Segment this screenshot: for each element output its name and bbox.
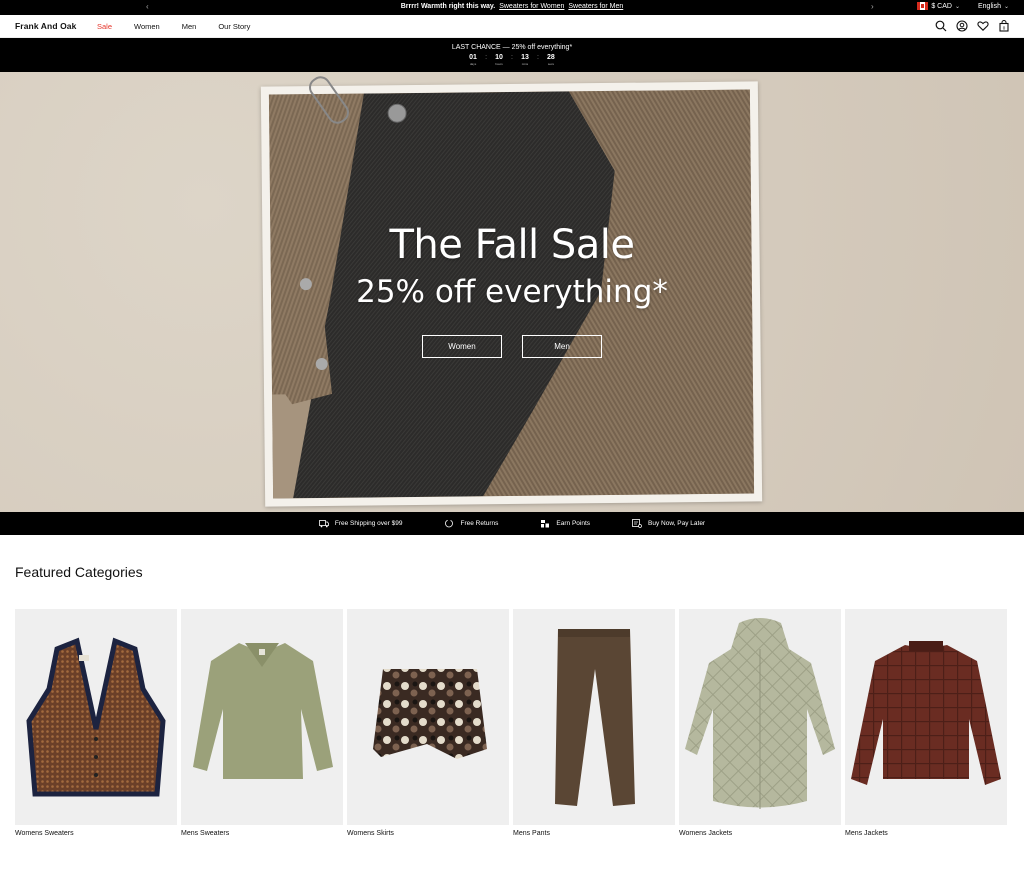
countdown-mins: 13 mins	[521, 54, 529, 66]
category-label[interactable]: Mens Pants	[513, 830, 675, 837]
quilted-jacket-image	[685, 618, 835, 809]
category-image[interactable]	[347, 609, 509, 825]
category-label[interactable]: Mens Jackets	[845, 830, 1007, 837]
category-image[interactable]	[181, 609, 343, 825]
perk-earn-points: Earn Points	[540, 519, 590, 528]
perk-label: Buy Now, Pay Later	[648, 520, 706, 527]
hero-banner: The Fall Sale 25% off everything* Women …	[0, 72, 1024, 512]
chevron-down-icon: ⌄	[954, 3, 960, 10]
featured-categories-title: Featured Categories	[15, 564, 143, 580]
countdown-hours: 10 hours	[495, 54, 503, 66]
truck-icon	[318, 520, 329, 528]
countdown-banner: LAST CHANCE — 25% off everything* 01 days…	[0, 38, 1024, 72]
category-label[interactable]: Womens Sweaters	[15, 830, 177, 837]
perk-free-shipping: Free Shipping over $99	[318, 519, 403, 528]
perk-label: Earn Points	[556, 520, 591, 527]
perk-label: Free Shipping over $99	[334, 520, 403, 527]
puffer-jacket-image	[851, 641, 1001, 785]
countdown-title: LAST CHANCE — 25% off everything*	[451, 44, 573, 51]
countdown-secs: 28 secs	[547, 54, 555, 66]
sweater-vest-image	[26, 637, 166, 797]
chevron-down-icon: ⌄	[1003, 3, 1009, 10]
category-image[interactable]	[513, 609, 675, 825]
search-icon[interactable]	[935, 20, 947, 32]
category-card-mens-jackets[interactable]: Mens Jackets	[845, 609, 1007, 837]
pants-image	[555, 629, 635, 806]
shop-men-button[interactable]: Men	[522, 335, 602, 358]
perk-free-returns: Free Returns	[444, 519, 498, 528]
returns-icon	[445, 519, 454, 528]
nav-item-sale[interactable]: Sale	[97, 22, 112, 31]
canada-flag-icon	[917, 2, 929, 10]
category-image[interactable]	[845, 609, 1007, 825]
locale-selector: $ CAD ⌄ English ⌄	[917, 2, 1009, 10]
announcement-prefix: Brrrr! Warmth right this way.	[400, 3, 496, 10]
hero-subtitle: 25% off everything*	[356, 274, 668, 310]
announcement-bar: ‹ Brrrr! Warmth right this way. Sweaters…	[0, 0, 1024, 15]
featured-categories-grid: Womens Sweaters Mens Sweaters Womens Ski…	[15, 609, 1007, 837]
sweater-image	[193, 643, 333, 779]
skirt-image	[373, 669, 487, 759]
category-label[interactable]: Mens Sweaters	[181, 830, 343, 837]
account-icon[interactable]	[956, 20, 968, 32]
category-image[interactable]	[15, 609, 177, 825]
category-label[interactable]: Womens Skirts	[347, 830, 509, 837]
nav-item-men[interactable]: Men	[182, 22, 197, 31]
currency-selector[interactable]: $ CAD ⌄	[917, 2, 960, 10]
wishlist-heart-icon[interactable]	[977, 20, 989, 32]
category-label[interactable]: Womens Jackets	[679, 830, 841, 837]
countdown-timer: 01 days : 10 hours : 13 mins : 28 secs	[0, 54, 1024, 66]
category-card-mens-pants[interactable]: Mens Pants	[513, 609, 675, 837]
cart-count: 0	[1003, 25, 1006, 30]
hero-title: The Fall Sale	[389, 222, 635, 268]
site-header: Frank And Oak Sale Women Men Our Story 0	[0, 15, 1024, 38]
category-card-womens-jackets[interactable]: Womens Jackets	[679, 609, 841, 837]
main-nav: Sale Women Men Our Story	[97, 22, 250, 31]
countdown-days: 01 days	[469, 54, 477, 66]
category-card-womens-skirts[interactable]: Womens Skirts	[347, 609, 509, 837]
category-card-womens-sweaters[interactable]: Womens Sweaters	[15, 609, 177, 837]
header-icons: 0	[935, 20, 1010, 32]
perk-label: Free Returns	[460, 520, 499, 527]
sweaters-men-link[interactable]: Sweaters for Men	[568, 3, 623, 10]
perks-bar: Free Shipping over $99 Free Returns Earn…	[0, 512, 1024, 535]
category-image[interactable]	[679, 609, 841, 825]
gift-icon	[541, 520, 550, 528]
sweaters-women-link[interactable]: Sweaters for Women	[499, 3, 564, 10]
category-card-mens-sweaters[interactable]: Mens Sweaters	[181, 609, 343, 837]
language-selector[interactable]: English ⌄	[978, 3, 1009, 10]
language-label: English	[978, 2, 1001, 10]
cart-bag-icon[interactable]: 0	[998, 20, 1010, 32]
site-logo[interactable]: Frank And Oak	[15, 21, 76, 31]
nav-item-our-story[interactable]: Our Story	[218, 22, 250, 31]
currency-label: $ CAD	[931, 2, 952, 10]
hero-buttons: Women Men	[0, 335, 1024, 358]
chevron-right-icon[interactable]: ›	[871, 2, 874, 11]
receipt-icon	[632, 519, 642, 528]
hero-text: The Fall Sale 25% off everything*	[0, 222, 1024, 310]
nav-item-women[interactable]: Women	[134, 22, 160, 31]
perk-buy-now-pay-later: Buy Now, Pay Later	[632, 519, 705, 528]
shop-women-button[interactable]: Women	[422, 335, 502, 358]
